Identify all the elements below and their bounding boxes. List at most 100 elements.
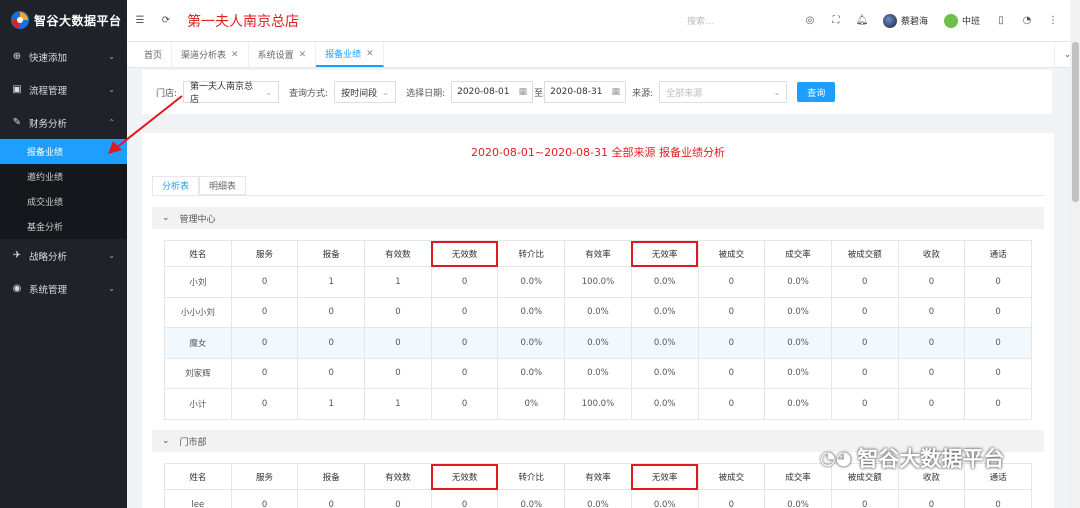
- table-row[interactable]: 小小小刘 0 0 0 0 0.0% 0.0% 0.0% 0 0.0% 0 0 0: [164, 296, 1032, 328]
- sidebar-item-process[interactable]: ▣ 流程管理 ⌄: [0, 73, 127, 106]
- close-icon[interactable]: ✕: [299, 50, 307, 60]
- target-icon[interactable]: ◎: [797, 15, 823, 26]
- table-cell: 0: [830, 266, 899, 298]
- table-cell: 0: [897, 327, 966, 359]
- table-cell: 0: [697, 296, 766, 328]
- column-header: 无效数: [430, 463, 499, 490]
- tab-analysis[interactable]: 分析表: [152, 176, 200, 195]
- menu-toggle-icon[interactable]: ☰: [127, 15, 153, 26]
- date-to-input[interactable]: 2020-08-31 ▦: [544, 81, 627, 103]
- table-row[interactable]: 小刘 0 1 1 0 0.0% 100.0% 0.0% 0 0.0% 0 0 0: [164, 266, 1032, 298]
- column-header: 报备: [297, 240, 366, 267]
- table-cell: 0: [697, 327, 766, 359]
- section-title: 管理中心: [179, 214, 216, 225]
- table-cell: 小小小刘: [164, 296, 232, 328]
- table-cell: 0: [430, 357, 499, 389]
- chevron-down-icon: ⌄: [108, 284, 115, 293]
- refresh-icon[interactable]: ⟳: [153, 15, 179, 26]
- table-cell: 0: [230, 266, 299, 298]
- tab-report-performance[interactable]: 报备业绩 ✕: [316, 42, 384, 67]
- table-cell: 0: [230, 296, 299, 328]
- sidebar-subitem-report[interactable]: 报备业绩: [0, 139, 127, 164]
- sidebar-subitem-deal[interactable]: 成交业绩: [0, 189, 127, 214]
- logo-text: 智谷大数据平台: [34, 13, 122, 28]
- sidebar: 智谷大数据平台 ⊕ 快速添加 ⌄ ▣ 流程管理 ⌄ ✎ 财务分析 ⌃ 报备业绩 邀约业…: [0, 0, 127, 508]
- chevron-down-icon: ⌄: [265, 87, 273, 97]
- section-management: ⌄ 管理中心 姓名 服务 报备 有效数 无效数 转介比 有效率 无效率 被成交 成交率 被成交额 收款通…: [152, 207, 1044, 420]
- column-header: 姓名: [164, 240, 232, 267]
- table-row[interactable]: lee 0 0 0 0 0.0% 0.0% 0.0% 0 0.0% 0 0 0: [164, 489, 1032, 508]
- theme-icon[interactable]: ◔: [1014, 15, 1040, 26]
- section-header[interactable]: ⌄ 管理中心: [152, 207, 1044, 229]
- table-cell: 0: [830, 388, 899, 420]
- sidebar-item-finance[interactable]: ✎ 财务分析 ⌃: [0, 106, 127, 139]
- scrollbar-thumb[interactable]: [1072, 42, 1079, 202]
- table-row[interactable]: 小计 0 1 1 0 0% 100.0% 0.0% 0 0.0% 0 0 0: [164, 388, 1032, 420]
- fullscreen-icon[interactable]: ⛶: [823, 15, 849, 26]
- camera-icon: ▣: [12, 84, 22, 95]
- tab-label: 渠道分析表: [181, 51, 227, 61]
- sidebar-item-system[interactable]: ◉ 系统管理 ⌄: [0, 272, 127, 305]
- header-search-input[interactable]: 搜索...: [687, 14, 797, 27]
- chevron-down-icon: ⌄: [108, 52, 115, 61]
- column-header: 无效率: [630, 240, 699, 267]
- table-cell: 0: [830, 489, 899, 508]
- date-from-input[interactable]: 2020-08-01 ▦: [451, 81, 534, 103]
- logo-icon: [11, 11, 29, 29]
- chevron-down-icon: ⌄: [108, 85, 115, 94]
- column-header: 有效数: [364, 240, 432, 267]
- query-mode-select[interactable]: 按时间段 ⌄: [334, 81, 397, 103]
- table-row[interactable]: 刘家辉 0 0 0 0 0.0% 0.0% 0.0% 0 0.0% 0 0 0: [164, 357, 1032, 389]
- store-select[interactable]: 第一夫人南京总店 ⌄: [183, 81, 280, 105]
- table-cell: 1: [297, 266, 366, 298]
- more-icon[interactable]: ⋮: [1040, 15, 1066, 26]
- table-cell: 0: [230, 357, 299, 389]
- date-sep: 至: [534, 88, 544, 99]
- column-header: 服务: [230, 240, 299, 267]
- query-button[interactable]: 查询: [797, 82, 836, 102]
- date-label: 选择日期:: [406, 88, 446, 99]
- table-cell: 0: [364, 357, 432, 389]
- user-menu[interactable]: 蔡碧海: [875, 13, 936, 28]
- table-cell: 0.0%: [630, 357, 699, 389]
- table-cell: 0.0%: [497, 327, 566, 359]
- column-header: 服务: [230, 463, 299, 490]
- close-icon[interactable]: ✕: [231, 50, 239, 60]
- source-select[interactable]: 全部来源 ⌄: [659, 81, 788, 103]
- edit-icon: ✎: [12, 117, 22, 128]
- sidebar-subitem-invite[interactable]: 邀约业绩: [0, 164, 127, 189]
- table-cell: 0.0%: [764, 489, 832, 508]
- tab-channel-analysis[interactable]: 渠道分析表 ✕: [172, 42, 249, 67]
- date-from-value: 2020-08-01: [457, 87, 510, 97]
- table-cell: 0: [830, 296, 899, 328]
- table-cell: 0: [830, 327, 899, 359]
- table-cell: 0: [230, 388, 299, 420]
- table-row[interactable]: 魔女 0 0 0 0 0.0% 0.0% 0.0% 0 0.0% 0 0 0: [164, 327, 1032, 359]
- finance-submenu: 报备业绩 邀约业绩 成交业绩 基金分析: [0, 139, 127, 239]
- sidebar-item-label: 战略分析: [29, 251, 68, 263]
- shift-avatar: [943, 13, 958, 28]
- sidebar-item-quick-add[interactable]: ⊕ 快速添加 ⌄: [0, 40, 127, 73]
- mobile-icon[interactable]: ▯: [988, 15, 1014, 26]
- calendar-icon: ▦: [518, 87, 528, 97]
- plane-icon: ✈: [12, 250, 22, 261]
- tab-label: 报备业绩: [325, 50, 362, 60]
- shift-menu[interactable]: 中班: [936, 13, 988, 28]
- tab-system-settings[interactable]: 系统设置 ✕: [249, 42, 317, 67]
- column-header: 有效率: [564, 240, 632, 267]
- bell-icon[interactable]: 🔔︎: [849, 15, 875, 26]
- table-cell: 0: [430, 266, 499, 298]
- sidebar-subitem-fund[interactable]: 基金分析: [0, 214, 127, 239]
- tab-home[interactable]: 首页: [135, 42, 173, 67]
- close-icon[interactable]: ✕: [366, 49, 374, 59]
- tab-detail[interactable]: 明细表: [199, 176, 247, 195]
- calendar-icon: ▦: [611, 87, 621, 97]
- table-cell: 0.0%: [630, 388, 699, 420]
- table-cell: 1: [364, 266, 432, 298]
- logo[interactable]: 智谷大数据平台: [0, 0, 127, 40]
- scrollbar[interactable]: [1070, 0, 1080, 508]
- tab-label: 系统设置: [257, 51, 294, 61]
- sidebar-item-strategy[interactable]: ✈ 战略分析 ⌄: [0, 239, 127, 272]
- table-cell: 0.0%: [497, 489, 566, 508]
- table-cell: 0: [897, 357, 966, 389]
